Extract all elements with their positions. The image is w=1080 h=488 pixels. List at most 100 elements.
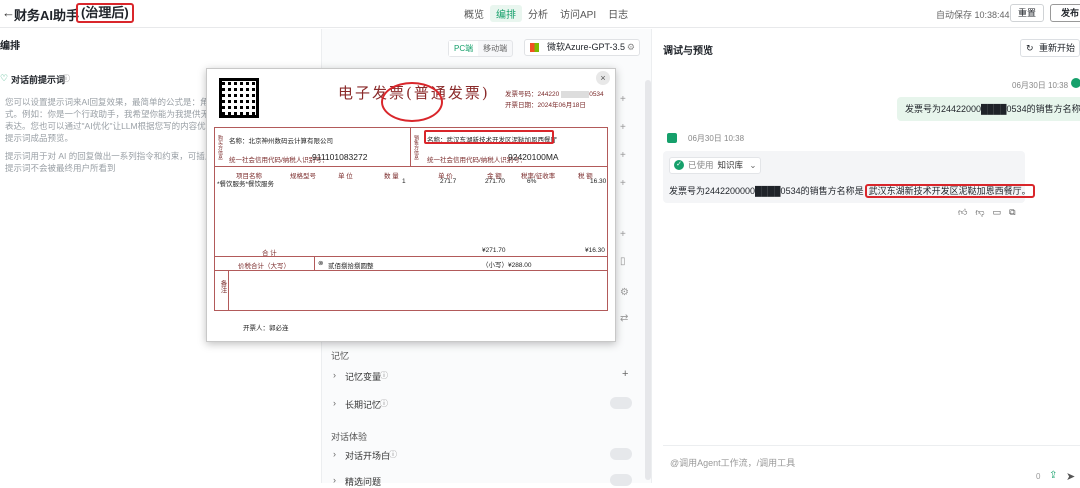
scrollbar[interactable] xyxy=(645,80,651,480)
preview-title: 调试与预览 xyxy=(663,46,713,57)
user-avatar xyxy=(1071,78,1080,88)
divider xyxy=(214,270,608,271)
tab-orchestrate[interactable]: 编排 xyxy=(490,5,522,22)
gear-icon[interactable]: ⚙ xyxy=(627,40,635,55)
sum-lower: （小写）¥288.00 xyxy=(482,262,532,269)
tab-api[interactable]: 访问API xyxy=(554,5,602,22)
restart-button[interactable]: ↻ 重新开始 xyxy=(1020,39,1080,57)
heart-icon: ♡ xyxy=(0,73,9,83)
buyer-name: 名称：北京神州数码云计算有限公司 xyxy=(229,138,333,145)
kb-name: 知识库 xyxy=(717,160,744,170)
opening-toggle[interactable] xyxy=(610,448,632,460)
plus-icon[interactable]: + xyxy=(620,229,626,240)
message-input[interactable]: @调用Agent工作流，/调用工具 xyxy=(670,456,795,469)
col-spec: 规格型号 xyxy=(290,173,316,180)
knowledge-base-badge[interactable]: ✓ 已使用 知识库 ⌄ xyxy=(669,157,761,174)
user-message: 发票号为24422000████0534的销售方名称 xyxy=(897,97,1080,121)
prompt-textarea[interactable]: 您可以设置提示词来AI回复效果，最简单的公式是：角 式。例如：你是一个行政助手，… xyxy=(5,96,235,180)
view-switch: PC端 移动端 xyxy=(448,40,514,57)
app-title: 财务AI助手 xyxy=(14,8,80,23)
chevron-down-icon: ⌄ xyxy=(749,160,757,170)
publish-button[interactable]: 发布 xyxy=(1050,4,1080,22)
plus-icon[interactable]: + xyxy=(620,122,626,133)
add-memory-button[interactable]: + xyxy=(622,368,628,380)
sum-upper-icon: ⊗ xyxy=(318,260,324,267)
seller-tax-id: 92420100MA xyxy=(508,152,559,162)
settings-icon[interactable]: ⚙ xyxy=(620,287,629,298)
monitor-icon[interactable]: ▭ xyxy=(993,207,1002,218)
plus-icon[interactable]: + xyxy=(620,94,626,105)
help-icon[interactable]: ⓘ xyxy=(380,370,388,381)
item-qty: 1 xyxy=(402,178,406,185)
col-qty: 数 量 xyxy=(384,173,399,180)
upload-icon[interactable]: ⇪ xyxy=(1049,470,1057,481)
reset-button[interactable]: 重置 xyxy=(1010,4,1044,22)
featured-questions-label[interactable]: 精选问题 xyxy=(345,475,381,488)
help-icon[interactable]: ⓘ xyxy=(62,73,70,84)
tab-logs[interactable]: 日志 xyxy=(602,5,634,22)
seller-name-highlight xyxy=(424,130,554,144)
char-count: 0 xyxy=(1036,472,1041,481)
opening-label[interactable]: 对话开场白 xyxy=(345,449,390,462)
memory-group-label: 记忆 xyxy=(331,351,350,361)
prompt-paragraph: 提示词用于对 AI 的回复做出一系列指令和约束，可插入 提示词不会被最终用户所看… xyxy=(5,151,214,173)
buyer-tax-id: 911101083272 xyxy=(312,152,368,162)
bot-message-time: 06月30日 10:38 xyxy=(688,134,745,143)
divider xyxy=(214,166,608,167)
invoice-seal xyxy=(381,82,443,122)
refresh-icon: ↻ xyxy=(1026,43,1034,53)
long-memory-label[interactable]: 长期记忆 xyxy=(345,398,381,411)
chevron-right-icon[interactable]: › xyxy=(333,449,336,459)
thumbs-up-icon[interactable]: 👍︎ xyxy=(958,207,967,218)
panel-title: 编排 xyxy=(0,41,20,52)
item-rate: 6% xyxy=(527,178,537,185)
close-icon[interactable]: × xyxy=(596,71,610,85)
copy-icon[interactable]: ⧉ xyxy=(1009,207,1015,218)
featured-toggle[interactable] xyxy=(610,474,632,486)
buyer-label: 购买方信息 xyxy=(217,135,223,160)
qr-code xyxy=(219,78,259,118)
tab-analysis[interactable]: 分析 xyxy=(522,5,554,22)
kb-used-label: 已使用 xyxy=(688,160,714,170)
view-mobile[interactable]: 移动端 xyxy=(478,41,512,56)
total-tax: ¥16.30 xyxy=(585,247,605,254)
swap-icon[interactable]: ⇄ xyxy=(620,313,628,324)
plus-icon[interactable]: + xyxy=(620,178,626,189)
tab-overview[interactable]: 概览 xyxy=(458,5,490,22)
sum-label: 价税合计（大写） xyxy=(238,263,290,270)
invoice-number: 发票号码：244220 xyxy=(505,91,560,98)
total-amount: ¥271.70 xyxy=(482,247,506,254)
item-name: *餐饮服务*餐饮服务 xyxy=(217,181,275,188)
model-select[interactable]: 微软Azure-GPT-3.5 ⚙ xyxy=(524,39,640,56)
azure-icon xyxy=(530,43,539,52)
send-icon[interactable]: ➤ xyxy=(1066,470,1075,483)
chevron-right-icon[interactable]: › xyxy=(333,475,336,485)
invoice-meta: 发票号码：244220 0534 开票日期：2024年06月18日 xyxy=(505,89,604,111)
seller-label: 销售方信息 xyxy=(413,135,419,160)
trash-icon[interactable]: ▯ xyxy=(620,256,626,267)
user-message-time: 06月30日 10:38 xyxy=(1012,81,1069,90)
section-title: 对话前提示词 xyxy=(11,75,66,85)
divider xyxy=(228,270,229,311)
invoice-number-tail: 0534 xyxy=(589,91,604,98)
model-name: 微软Azure-GPT-3.5 xyxy=(547,42,626,52)
app-subtitle: (治理后) xyxy=(76,3,134,23)
thumbs-down-icon[interactable]: 👎︎ xyxy=(975,207,984,218)
memory-variable-label[interactable]: 记忆变量 xyxy=(345,370,381,383)
bot-avatar xyxy=(667,133,677,143)
bot-answer-text: 发票号为2442200000████0534的销售方名称是 xyxy=(669,186,864,196)
help-icon[interactable]: ⓘ xyxy=(389,449,397,460)
invoice-date: 开票日期：2024年06月18日 xyxy=(505,102,586,109)
message-actions: 👍︎ 👎︎ ▭ ⧉ xyxy=(958,207,1016,218)
plus-icon[interactable]: + xyxy=(620,150,626,161)
chevron-right-icon[interactable]: › xyxy=(333,370,336,380)
long-memory-toggle[interactable] xyxy=(610,397,632,409)
nav-tabs: 概览 编排 分析 访问API 日志 xyxy=(458,5,634,22)
divider xyxy=(410,127,411,166)
chat-group-label: 对话体验 xyxy=(331,432,368,442)
chevron-right-icon[interactable]: › xyxy=(333,398,336,408)
view-pc[interactable]: PC端 xyxy=(449,41,479,56)
help-icon[interactable]: ⓘ xyxy=(380,398,388,409)
bot-answer-highlight: 武汉东湖新技术开发区泥鞑加恩西餐厅。 xyxy=(864,184,1035,198)
issuer: 开票人：郭必连 xyxy=(243,325,289,332)
